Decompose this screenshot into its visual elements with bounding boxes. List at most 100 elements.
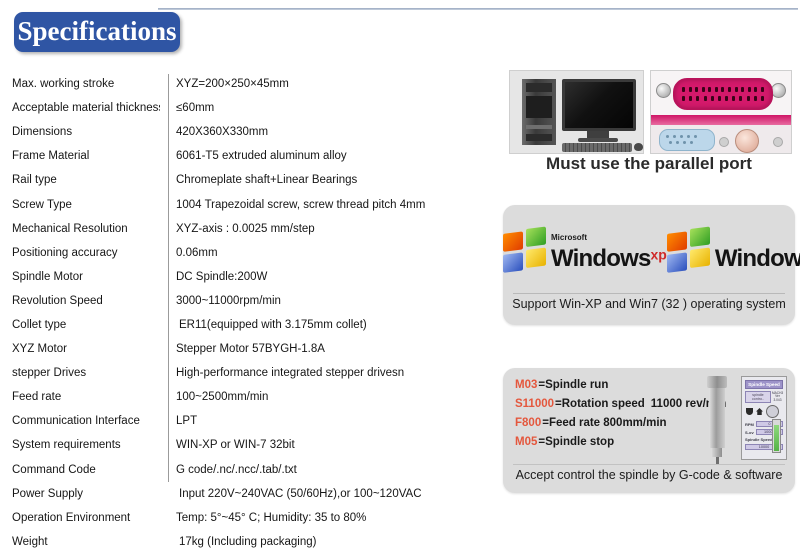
widget-row-label: S-ov (745, 429, 754, 435)
widget-title: Spindle Speed (745, 380, 783, 389)
table-row: Mechanical Resolution XYZ-axis : 0.0025 … (8, 217, 488, 241)
spec-label: Frame Material (12, 150, 90, 163)
spec-value: DC Spindle:200W (176, 270, 268, 283)
spec-label: Communication Interface (12, 415, 140, 428)
mouse-icon (634, 143, 643, 151)
spec-label: Spindle Motor (12, 270, 83, 283)
windows-7-logo: Windows®7 (666, 226, 800, 276)
keyboard-icon (562, 143, 632, 152)
gcode-sep: = (538, 378, 546, 391)
spec-value: XYZ=200×250×45mm (176, 78, 289, 91)
table-row: XYZ Motor Stepper Motor 57BYGH-1.8A (8, 337, 488, 361)
spec-value: High-performance integrated stepper driv… (176, 367, 405, 380)
spec-value: Temp: 5°~45° C; Humidity: 35 to 80% (176, 511, 367, 524)
spec-label: Command Code (12, 463, 96, 476)
spec-value: LPT (176, 415, 198, 428)
spec-value: Stepper Motor 57BYGH-1.8A (176, 343, 325, 356)
spec-value: ≤60mm (176, 102, 215, 115)
windows-support-caption: Support Win-XP and Win7 (32 ) operating … (512, 297, 786, 311)
spindle-control-button[interactable]: spindle contro.. (745, 391, 771, 403)
spec-label: Rail type (12, 174, 57, 187)
spindle-caption-rule (513, 464, 785, 465)
spec-value: 100~2500mm/min (176, 391, 269, 404)
windows-xp-logo: Microsoft Windowsxp (503, 226, 667, 276)
widget-icon-row (746, 405, 783, 418)
microsoft-label: Microsoft (551, 233, 587, 242)
spec-label: stepper Drives (12, 367, 87, 380)
reset-dial-icon[interactable] (766, 405, 779, 418)
spec-label: Dimensions (12, 126, 73, 139)
header-rule (158, 8, 798, 10)
spindle-speed-widget: Spindle Speed spindle contro.. MACH3 Ver… (741, 376, 787, 460)
spec-label: Feed rate (12, 391, 62, 404)
table-row: Max. working stroke XYZ=200×250×45mm (8, 72, 488, 96)
gcode-text: Spindle stop (545, 435, 615, 448)
spec-value: 1004 Trapezoidal screw, screw thread pit… (176, 198, 426, 211)
gcode-text: Rotation speed (561, 397, 645, 410)
specifications-badge: Specifications (14, 12, 180, 52)
windows-wordmark: Windows (714, 245, 800, 272)
db25-connector (673, 78, 773, 110)
page-header: Specifications (0, 0, 800, 62)
spec-value: G code/.nc/.ncc/.tab/.txt (176, 463, 297, 476)
gcode-line: M05 = Spindle stop (515, 432, 705, 451)
windows-support-panel: Microsoft Windowsxp Windows®7 Support Wi… (503, 205, 800, 325)
windows-flag-icon (666, 226, 713, 276)
gcode-list: M03 = Spindle run S11000 = Rotation speed 11… (515, 375, 726, 451)
gcode-sep: = (542, 416, 549, 429)
spec-value: ER11(equipped with 3.175mm collet) (179, 318, 367, 331)
spindle-control-panel: M03 = Spindle run S11000 = Rotation speed 11… (503, 368, 795, 493)
xp-suffix: xp (650, 246, 667, 263)
specifications-table: Max. working stroke XYZ=200×250×45mm Acc… (8, 72, 488, 548)
gcode-sep: = (555, 397, 562, 410)
port-screw-icon (656, 83, 671, 98)
speed-gauge-bar (772, 419, 781, 453)
gcode-text: Feed rate 800mm/min (548, 416, 667, 429)
audio-jack-icon (735, 129, 759, 153)
table-row: Screw Type 1004 Trapezoidal screw, screw… (8, 192, 488, 216)
spindle-motor-icon (703, 376, 731, 464)
spec-value: XYZ-axis : 0.0025 mm/step (176, 222, 315, 235)
widget-version-label: MACH3 Ver 3.043 (772, 390, 784, 402)
windows-flag-icon (503, 226, 549, 276)
vga-port-icon (659, 129, 715, 151)
spec-value: 6061-T5 extruded aluminum alloy (176, 150, 347, 163)
spec-value: Chromeplate shaft+Linear Bearings (176, 174, 358, 187)
monitor-icon (562, 79, 636, 131)
widget-row-label: Spindle Speed (745, 437, 773, 442)
table-row: stepper Drives High-performance integrat… (8, 361, 488, 385)
table-row: Weight 17kg (Including packaging) (8, 530, 488, 554)
spec-label: Power Supply (12, 487, 83, 500)
gcode-code: F800 (515, 416, 542, 429)
drop-icon[interactable] (746, 408, 753, 415)
table-row: Command Code G code/.nc/.ncc/.tab/.txt (8, 458, 488, 482)
table-row: Dimensions 420X360X330mm (8, 120, 488, 144)
widget-row-label: RPM (745, 421, 754, 427)
gcode-sep: = (538, 435, 546, 448)
table-row: Frame Material 6061-T5 extruded aluminum… (8, 144, 488, 168)
table-row: System requirements WIN-XP or WIN-7 32bi… (8, 433, 488, 457)
spec-label: System requirements (12, 439, 121, 452)
widget-button-row: spindle contro.. MACH3 Ver 3.043 (745, 391, 783, 403)
windows-logos: Microsoft Windowsxp Windows®7 (503, 211, 800, 293)
gcode-code: S11000 (515, 397, 555, 410)
gcode-line: M03 = Spindle run (515, 375, 705, 394)
table-row: Spindle Motor DC Spindle:200W (8, 265, 488, 289)
parallel-port-panel: Must use the parallel port (503, 62, 795, 184)
spec-value: WIN-XP or WIN-7 32bit (176, 439, 295, 452)
table-row: Acceptable material thickness ≤60mm (8, 96, 488, 120)
spec-label: Revolution Speed (12, 294, 103, 307)
gcode-code: M03 (515, 378, 538, 391)
spec-label: Weight (12, 535, 48, 548)
spec-value: 0.06mm (176, 246, 218, 259)
spec-value: 3000~11000rpm/min (176, 294, 281, 307)
gcode-line: F800 = Feed rate 800mm/min (515, 413, 705, 432)
table-row: Revolution Speed 3000~11000rpm/min (8, 289, 488, 313)
spec-label: Screw Type (12, 198, 72, 211)
spec-label: Positioning accuracy (12, 246, 118, 259)
table-row: Positioning accuracy 0.06mm (8, 241, 488, 265)
table-row: Feed rate 100~2500mm/min (8, 385, 488, 409)
home-icon[interactable] (756, 408, 763, 415)
gcode-text: Spindle run (545, 378, 609, 391)
table-row: Collet type ER11(equipped with 3.175mm c… (8, 313, 488, 337)
